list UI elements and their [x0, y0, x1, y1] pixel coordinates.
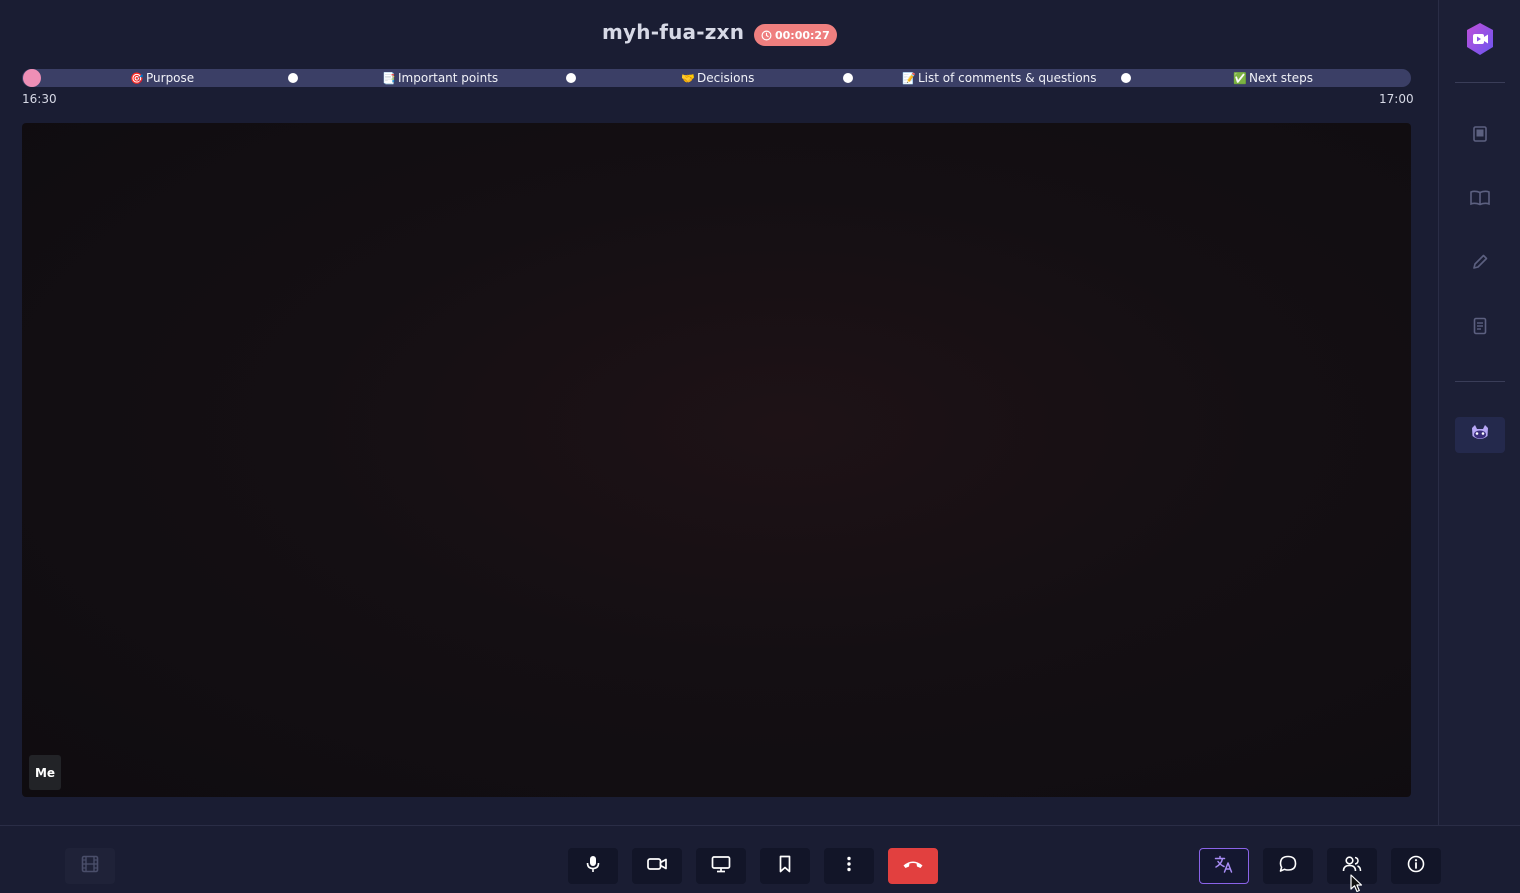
sidebar-divider	[1455, 82, 1505, 83]
recordings-button[interactable]	[65, 848, 115, 884]
translation-button[interactable]	[1199, 848, 1249, 884]
memo-icon: 📝	[902, 71, 916, 85]
right-sidebar	[1438, 0, 1520, 825]
agenda-item-label: Decisions	[697, 71, 755, 85]
hang-up-icon	[901, 854, 925, 878]
microphone-button[interactable]	[568, 848, 618, 884]
agenda-item-comments-questions[interactable]: 📝 List of comments & questions	[902, 69, 1097, 87]
meeting-info-button[interactable]	[1391, 848, 1441, 884]
sidebar-whiteboard-button[interactable]	[1455, 246, 1505, 282]
chat-icon	[1278, 854, 1298, 878]
mouse-pointer-icon	[1350, 874, 1364, 893]
agenda-item-decisions[interactable]: 🤝 Decisions	[681, 69, 754, 87]
agenda-item-important-points[interactable]: 📑 Important points	[382, 69, 498, 87]
film-icon	[80, 854, 100, 878]
agenda-item-label: Purpose	[146, 71, 195, 85]
self-video-tile[interactable]: Me	[22, 123, 1411, 797]
more-options-button[interactable]	[824, 848, 874, 884]
elapsed-time: 00:00:27	[775, 28, 830, 42]
bookmark-tabs-icon: 📑	[382, 71, 396, 85]
leave-call-button[interactable]	[888, 848, 938, 884]
bookmark-button[interactable]	[760, 848, 810, 884]
meeting-title: myh-fua-zxn	[602, 20, 745, 44]
bookmark-icon	[775, 854, 795, 878]
sidebar-book-button[interactable]	[1455, 182, 1505, 218]
timeline-progress-marker	[23, 69, 41, 87]
screen-share-icon	[710, 854, 732, 878]
pencil-icon	[1470, 252, 1490, 276]
sidebar-divider	[1455, 381, 1505, 382]
app-logo-icon	[1461, 20, 1499, 58]
check-mark-icon: ✅	[1233, 71, 1247, 85]
handshake-icon: 🤝	[681, 71, 695, 85]
notebook-icon	[1470, 124, 1490, 148]
sidebar-notes-button[interactable]	[1455, 310, 1505, 346]
clock-icon	[761, 30, 772, 41]
timeline-divider-dot	[288, 73, 298, 83]
agenda-item-next-steps[interactable]: ✅ Next steps	[1233, 69, 1313, 87]
assistant-mascot-icon	[1469, 423, 1491, 447]
book-open-icon	[1469, 188, 1491, 212]
camera-icon	[646, 854, 668, 878]
sidebar-assistant-button[interactable]	[1455, 417, 1505, 453]
info-icon	[1406, 854, 1426, 878]
agenda-item-label: Important points	[398, 71, 499, 85]
screen-share-button[interactable]	[696, 848, 746, 884]
agenda-item-label: Next steps	[1249, 71, 1313, 85]
video-meeting-app: myh-fua-zxn 00:00:27 🎯 Purpose 📑 Importa…	[0, 0, 1520, 893]
microphone-icon	[583, 854, 603, 878]
agenda-item-label: List of comments & questions	[918, 71, 1097, 85]
agenda-timeline[interactable]: 🎯 Purpose 📑 Important points 🤝 Decisions…	[22, 69, 1411, 87]
sidebar-notebook-button[interactable]	[1455, 118, 1505, 154]
timeline-divider-dot	[1121, 73, 1131, 83]
agenda-end-time: 17:00	[1379, 92, 1414, 106]
more-vertical-icon	[839, 854, 859, 878]
camera-button[interactable]	[632, 848, 682, 884]
bottom-toolbar	[0, 825, 1520, 893]
agenda-start-time: 16:30	[22, 92, 57, 106]
target-icon: 🎯	[130, 71, 144, 85]
agenda-item-purpose[interactable]: 🎯 Purpose	[130, 69, 194, 87]
timeline-divider-dot	[843, 73, 853, 83]
meeting-header: myh-fua-zxn 00:00:27	[0, 0, 1438, 70]
translate-icon	[1213, 854, 1235, 878]
document-icon	[1470, 316, 1490, 340]
chat-button[interactable]	[1263, 848, 1313, 884]
timeline-divider-dot	[566, 73, 576, 83]
self-video-label: Me	[29, 755, 61, 790]
elapsed-timer-badge: 00:00:27	[754, 24, 837, 46]
